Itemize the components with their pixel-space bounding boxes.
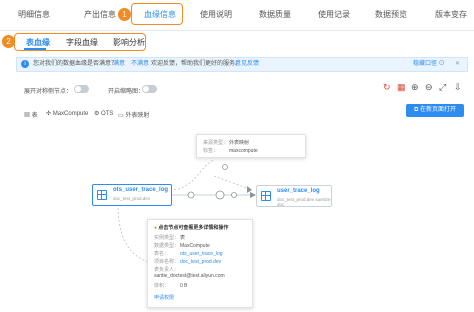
- detail-row: 表负责人：santie_doctest@test.aliyun.com: [154, 266, 246, 279]
- hint-icon: ●: [154, 225, 158, 231]
- detail-row: 数据类型：MaxCompute: [154, 242, 210, 249]
- node-detail-card: ● 点击节点可查看更多详情和操作 实例类型：表 数据类型：MaxCompute …: [147, 219, 253, 308]
- card-row: 来源类型：外表映射: [203, 139, 249, 146]
- target-node-project: doc_test_prod.dev sanitize doc: [277, 197, 331, 207]
- detail-card-title: ● 点击节点可查看更多详情和操作: [154, 224, 228, 231]
- card-row-value: maxcompute: [229, 148, 258, 154]
- apply-permission-link[interactable]: 申请权限: [154, 294, 174, 301]
- detail-row-key: 表名：: [154, 251, 170, 257]
- detail-row-value: doc_test_prod.dev: [180, 259, 222, 265]
- edge-point: [222, 164, 228, 170]
- detail-row-key: 项目名称：: [154, 259, 180, 265]
- card-row-value: 外表映射: [229, 140, 250, 146]
- detail-row-value: 表: [180, 235, 186, 241]
- target-table-node[interactable]: user_trace_log doc_test_prod.dev sanitiz…: [256, 185, 332, 207]
- detail-row: 表名： ots_user_trace_log: [154, 250, 223, 257]
- detail-row: 体积： 0 B: [154, 282, 188, 289]
- edge-point: [187, 191, 195, 199]
- external-mapping-card[interactable]: 来源类型：外表映射 标签： maxcompute: [196, 134, 306, 158]
- source-node-name: ots_user_trace_log: [113, 187, 169, 193]
- card-row-key: 来源类型：: [203, 140, 229, 146]
- detail-row: 实例类型：表: [154, 234, 185, 241]
- edge-point: [215, 190, 225, 200]
- detail-row-value: MaxCompute: [180, 243, 210, 249]
- detail-row-value: 0 B: [180, 283, 188, 289]
- detail-row: 项目名称：doc_test_prod.dev: [154, 258, 221, 265]
- table-icon: [97, 190, 107, 200]
- card-row: 标签： maxcompute: [203, 147, 258, 154]
- detail-row-key: 数据类型：: [154, 243, 180, 249]
- detail-card-title-text: 点击节点可查看更多详情和操作: [158, 225, 229, 231]
- source-table-node[interactable]: ots_user_trace_log doc_test_prod.dev: [92, 184, 172, 206]
- source-node-project: doc_test_prod.dev: [113, 196, 151, 201]
- card-row-key: 标签：: [203, 148, 219, 154]
- detail-row-value: ots_user_trace_log: [180, 251, 223, 257]
- detail-row-key: 表负责人：: [154, 267, 180, 273]
- detail-row-key: 体积：: [154, 283, 170, 289]
- detail-row-key: 实例类型：: [154, 235, 180, 241]
- target-node-name: user_trace_log: [277, 188, 320, 194]
- detail-row-value: santie_doctest@test.aliyun.com: [154, 273, 225, 279]
- edge-point: [231, 192, 237, 198]
- table-icon: [261, 191, 271, 201]
